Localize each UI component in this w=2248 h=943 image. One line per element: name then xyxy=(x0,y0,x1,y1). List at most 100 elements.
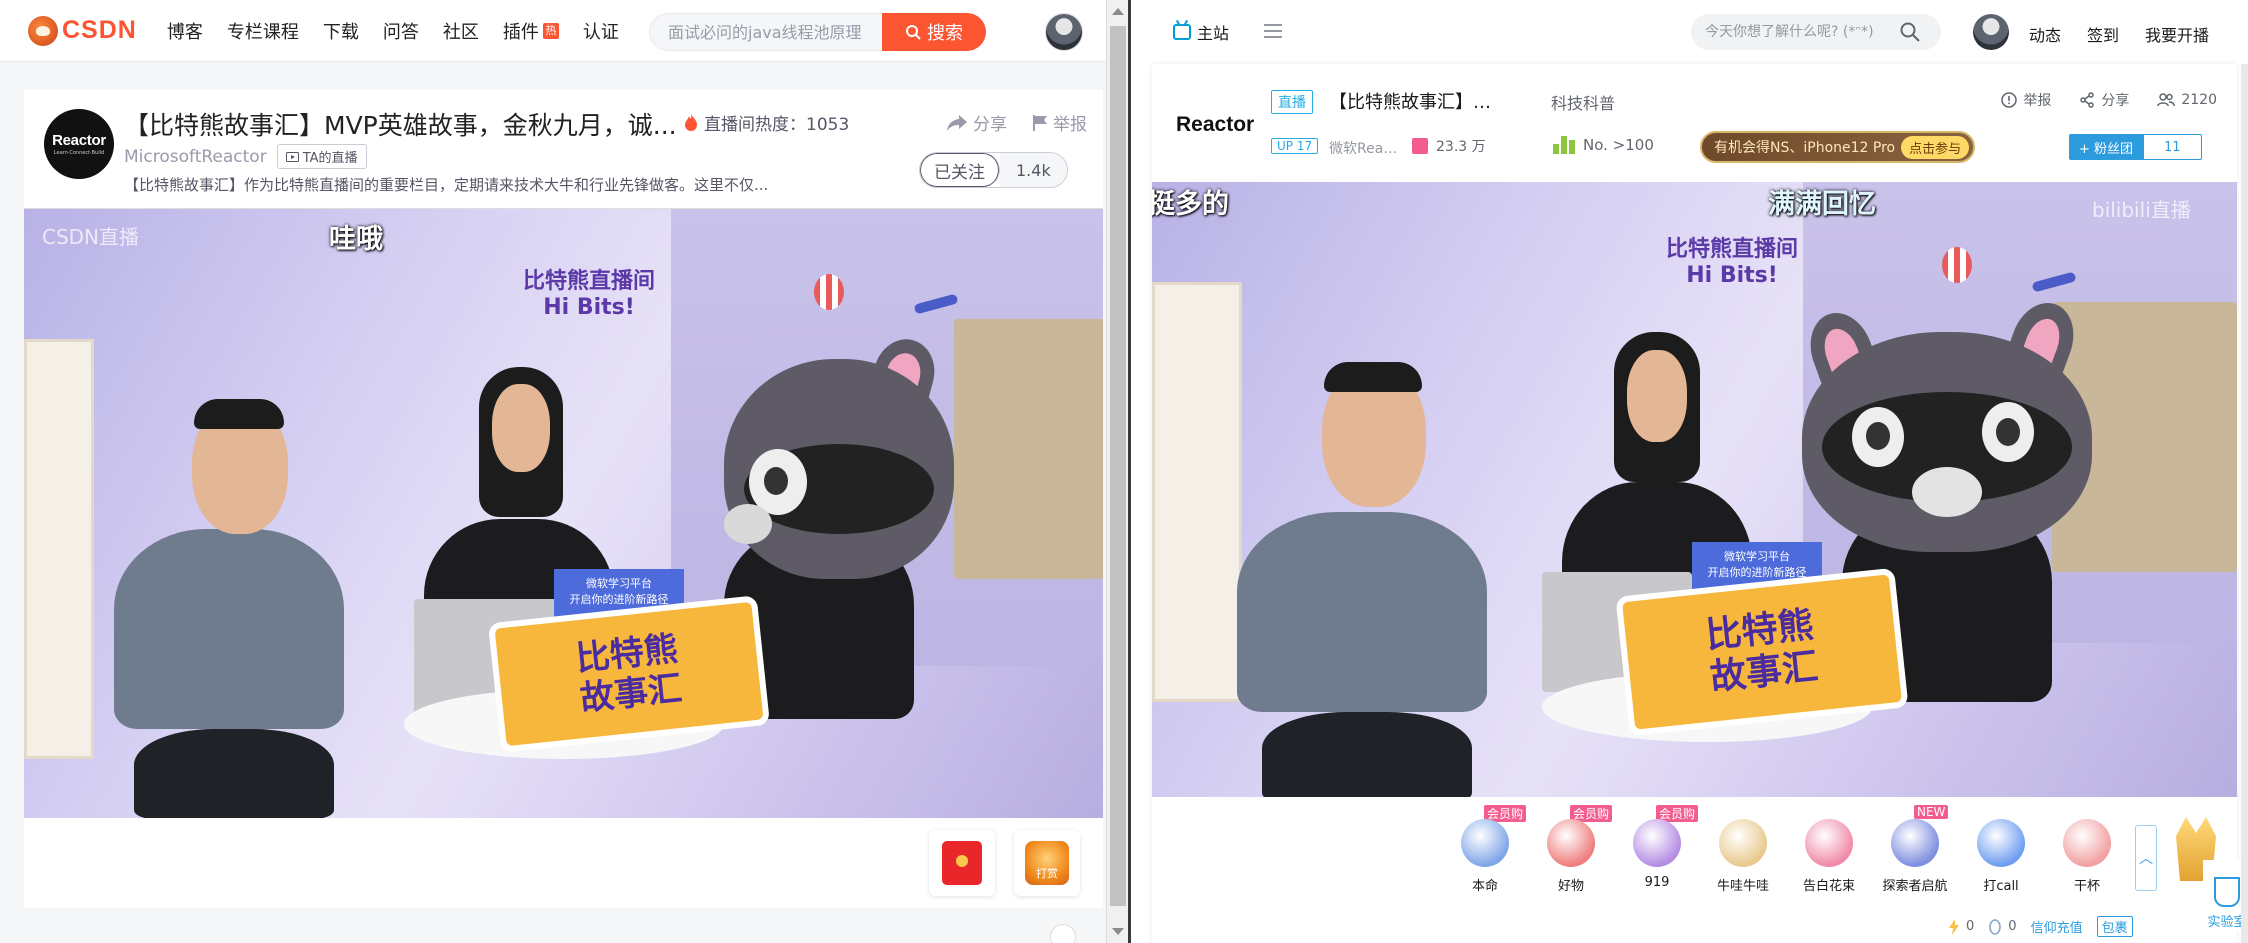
bili-search xyxy=(1691,14,1941,50)
warning-icon xyxy=(2001,92,2018,108)
live-title: 【比特熊故事汇】MVP英雄故事，金秋九月，诚... xyxy=(124,111,677,140)
home-link[interactable]: 主站 xyxy=(1173,20,1229,44)
csdn-nav: 博客 专栏课程 下载 问答 社区 插件 热 认证 xyxy=(155,18,631,44)
room-rank[interactable]: No. >100 xyxy=(1553,136,1654,154)
gift-icon xyxy=(1547,819,1595,867)
search-icon[interactable] xyxy=(1899,21,1921,43)
user-avatar[interactable] xyxy=(1973,14,2009,50)
nav-item-download[interactable]: 下载 xyxy=(311,18,371,44)
csdn-search: 搜索 xyxy=(649,13,986,51)
csdn-logo[interactable]: CSDN xyxy=(28,15,137,46)
search-icon xyxy=(906,25,921,40)
room-avatar-logo[interactable]: Reactor xyxy=(1176,113,1254,137)
link-checkin[interactable]: 签到 xyxy=(2087,22,2119,46)
nav-item-blog[interactable]: 博客 xyxy=(155,18,215,44)
gift-item[interactable]: 干杯 xyxy=(2044,805,2130,894)
person-face xyxy=(492,384,550,472)
menu-icon[interactable] xyxy=(1264,24,1282,38)
tip-icon: 打赏 xyxy=(1025,841,1069,885)
gift-item[interactable]: 告白花束 xyxy=(1786,805,1872,894)
video-player[interactable]: 比特熊直播间 Hi Bits! 微软学习平台 开启你的进阶新路径 比特熊 故事汇… xyxy=(1152,182,2237,797)
gift-icon xyxy=(2063,819,2111,867)
csdn-search-button[interactable]: 搜索 xyxy=(882,13,986,51)
join-fans-button[interactable]: + 粉丝团 xyxy=(2069,134,2144,160)
gift-item[interactable]: 牛哇牛哇 xyxy=(1700,805,1786,894)
rank-label: No. >100 xyxy=(1583,136,1654,154)
subtitle-caption-left: 挺多的 xyxy=(1152,189,1229,220)
gift-item[interactable]: 会员购 本命 xyxy=(1442,805,1528,894)
user-avatar[interactable] xyxy=(1045,13,1083,51)
scroll-down-icon[interactable] xyxy=(1112,928,1124,935)
gold-balance-label: 0 xyxy=(1966,919,1975,934)
nav-item-community[interactable]: 社区 xyxy=(431,18,491,44)
person-shirt xyxy=(114,529,344,729)
streamer-avatar[interactable]: Reactor Learn·Connect·Build xyxy=(44,109,114,179)
viewer-count-label: 2120 xyxy=(2181,92,2217,108)
link-go-live[interactable]: 我要开播 xyxy=(2145,22,2209,46)
heat-label: 直播间热度：1053 xyxy=(704,115,850,135)
charge-link[interactable]: 信仰充值 xyxy=(2031,917,2083,936)
heat-indicator: 直播间热度：1053 xyxy=(684,110,849,135)
gift-item[interactable]: 会员购 好物 xyxy=(1528,805,1614,894)
subtitle-caption-right: 满满回忆 xyxy=(1768,189,1876,220)
share-button[interactable]: 分享 xyxy=(947,110,1007,135)
tip-button[interactable]: 打赏 xyxy=(1014,830,1080,896)
lightning-icon xyxy=(1949,918,1959,935)
live-actions: 分享 举报 xyxy=(947,110,1087,135)
ta-live-button[interactable]: TA的直播 xyxy=(276,144,367,169)
scroll-thumb[interactable] xyxy=(1110,26,1126,906)
studio-logo-board: 比特熊直播间 Hi Bits! xyxy=(1665,237,1798,288)
person-face xyxy=(1627,350,1687,442)
mascot-pupil xyxy=(1866,422,1890,450)
hot-badge: 热 xyxy=(542,22,559,39)
live-tag: 直播 xyxy=(1271,90,1313,114)
chevron-up-icon[interactable]: ︿ xyxy=(2135,825,2157,891)
person-hair xyxy=(1324,362,1422,392)
gift-name: 告白花束 xyxy=(1802,879,1855,894)
gift-icon xyxy=(1805,819,1853,867)
link-dynamic[interactable]: 动态 xyxy=(2029,22,2061,46)
author-name[interactable]: MicrosoftReactor xyxy=(124,147,267,167)
follow-button[interactable]: 已关注 xyxy=(920,153,1000,187)
promo-button[interactable]: 点击参与 xyxy=(1901,135,1970,159)
bili-search-input[interactable] xyxy=(1691,15,1891,49)
scroll-up-icon[interactable] xyxy=(1112,8,1124,15)
nav-item-courses[interactable]: 专栏课程 xyxy=(215,18,311,44)
person-shorts xyxy=(1262,712,1472,797)
csdn-watermark: CSDN直播 xyxy=(42,225,140,249)
gift-item[interactable]: 打call xyxy=(1958,805,2044,894)
live-header: Reactor Learn·Connect·Build 【比特熊故事汇】MVP英… xyxy=(24,90,1103,208)
video-player[interactable]: 比特熊直播间 Hi Bits! 微软学习平台 开启你的进阶新路径 比特熊 故事汇… xyxy=(24,208,1103,818)
nav-item-certify[interactable]: 认证 xyxy=(571,18,631,44)
gift-total: 23.3 万 xyxy=(1412,136,1486,156)
scrollbar[interactable] xyxy=(2241,64,2248,943)
gift-icon xyxy=(1891,819,1939,867)
red-packet-button[interactable] xyxy=(929,830,995,896)
nav-item-plugins[interactable]: 插件 热 xyxy=(491,18,571,44)
gift-box-icon xyxy=(1412,138,1428,154)
header-links: 动态 签到 我要开播 xyxy=(2029,22,2209,46)
gift-bar: 打赏 xyxy=(24,818,1103,908)
gift-item[interactable]: 会员购 919 xyxy=(1614,805,1700,894)
wallet-row: 0 0 信仰充值 包裹 xyxy=(1948,916,2133,937)
room-category[interactable]: 科技科普 xyxy=(1551,90,1615,114)
promo-banner[interactable]: 有机会得NS、iPhone12 Pro 点击参与 xyxy=(1700,131,1976,163)
nav-item-qa[interactable]: 问答 xyxy=(371,18,431,44)
flag-icon xyxy=(1033,114,1047,131)
nav-item-plugins-label: 插件 xyxy=(502,21,539,43)
promo-text: 有机会得NS、iPhone12 Pro xyxy=(1714,140,1896,156)
scrollbar[interactable] xyxy=(1106,0,1128,943)
desktop: CSDN 博客 专栏课程 下载 问答 社区 插件 热 认证 搜索 xyxy=(0,0,2248,943)
bag-button[interactable]: 包裹 xyxy=(2096,916,2133,937)
csdn-search-input[interactable] xyxy=(649,13,882,51)
share-button[interactable]: 分享 xyxy=(2079,90,2129,110)
report-button[interactable]: 举报 xyxy=(2001,90,2051,110)
gift-name: 干杯 xyxy=(2073,879,2100,894)
report-button[interactable]: 举报 xyxy=(1033,110,1087,135)
studio-logo-board: 比特熊直播间 Hi Bits! xyxy=(522,269,655,320)
gift-item[interactable]: NEW 探索者启航 xyxy=(1872,805,1958,894)
floating-corner-icon[interactable] xyxy=(1050,924,1076,943)
shelf xyxy=(1152,282,1242,702)
host-name[interactable]: 微软Reactor_官方 xyxy=(1329,138,1399,158)
csdn-top-bar: CSDN 博客 专栏课程 下载 问答 社区 插件 热 认证 搜索 xyxy=(0,0,1106,62)
